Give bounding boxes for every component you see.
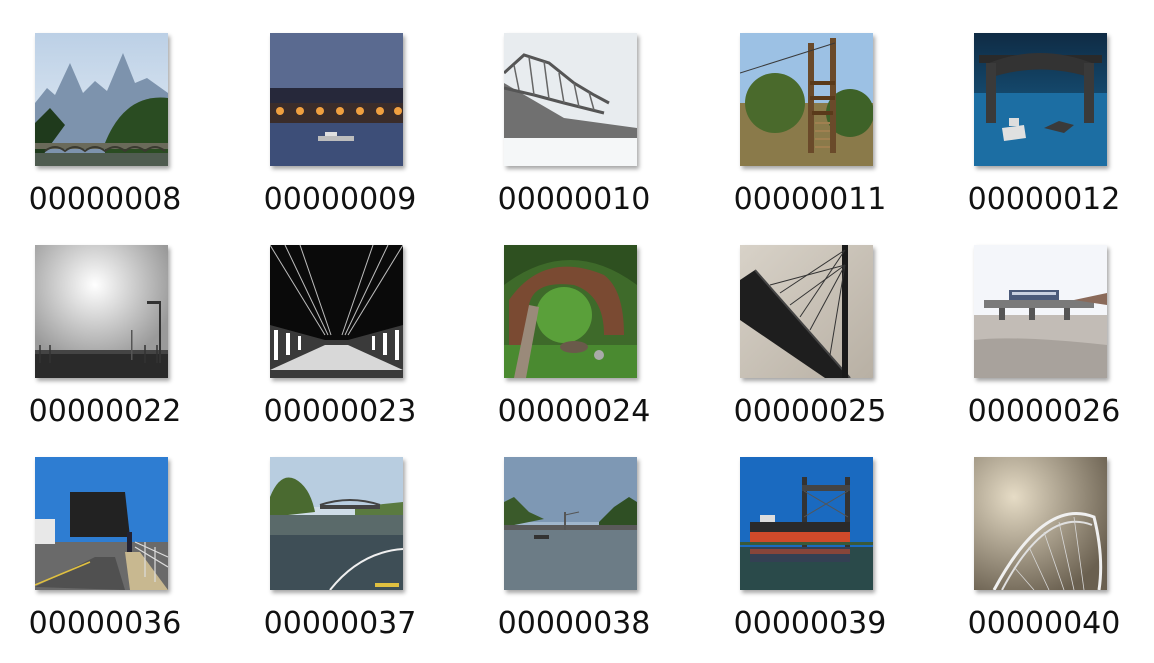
file-name-label[interactable]: 00000023 <box>260 390 420 434</box>
thumbnail-image[interactable] <box>740 245 873 378</box>
file-item[interactable]: 00000012 <box>968 33 1154 233</box>
file-item[interactable]: 00000010 <box>498 33 704 233</box>
file-name-label[interactable]: 00000024 <box>494 390 654 434</box>
file-item[interactable]: 00000036 <box>29 457 235 657</box>
thumbnail-image[interactable] <box>740 457 873 590</box>
thumbnail-image[interactable] <box>974 245 1107 378</box>
file-item[interactable]: 00000039 <box>734 457 940 657</box>
file-item[interactable]: 00000022 <box>29 245 235 445</box>
file-item[interactable]: 00000040 <box>968 457 1154 657</box>
file-name-label[interactable]: 00000025 <box>730 390 890 434</box>
file-name-label[interactable]: 00000022 <box>25 390 185 434</box>
thumbnail-image[interactable] <box>270 33 403 166</box>
file-item[interactable]: 00000023 <box>264 245 470 445</box>
thumbnail-image[interactable] <box>35 457 168 590</box>
thumbnail-image[interactable] <box>504 33 637 166</box>
file-item[interactable]: 00000026 <box>968 245 1154 445</box>
thumbnail-image[interactable] <box>504 457 637 590</box>
file-item[interactable]: 00000011 <box>734 33 940 233</box>
file-name-label[interactable]: 00000039 <box>730 602 890 646</box>
file-name-label[interactable]: 00000026 <box>964 390 1124 434</box>
file-name-label[interactable]: 00000037 <box>260 602 420 646</box>
file-item[interactable]: 00000038 <box>498 457 704 657</box>
thumbnail-image[interactable] <box>270 457 403 590</box>
thumbnail-image[interactable] <box>504 245 637 378</box>
thumbnail-grid: 00000008 00000009 00000010 00000011 0000… <box>0 0 1154 663</box>
thumbnail-image[interactable] <box>270 245 403 378</box>
file-name-label[interactable]: 00000040 <box>964 602 1124 646</box>
file-name-label[interactable]: 00000011 <box>730 178 890 222</box>
file-item[interactable]: 00000025 <box>734 245 940 445</box>
thumbnail-image[interactable] <box>740 33 873 166</box>
thumbnail-image[interactable] <box>35 33 168 166</box>
thumbnail-image[interactable] <box>974 33 1107 166</box>
file-item[interactable]: 00000037 <box>264 457 470 657</box>
thumbnail-image[interactable] <box>35 245 168 378</box>
file-name-label[interactable]: 00000012 <box>964 178 1124 222</box>
file-name-label[interactable]: 00000008 <box>25 178 185 222</box>
file-name-label[interactable]: 00000009 <box>260 178 420 222</box>
file-item[interactable]: 00000008 <box>29 33 235 233</box>
file-name-label[interactable]: 00000036 <box>25 602 185 646</box>
thumbnail-image[interactable] <box>974 457 1107 590</box>
file-name-label[interactable]: 00000038 <box>494 602 654 646</box>
file-item[interactable]: 00000009 <box>264 33 470 233</box>
file-name-label[interactable]: 00000010 <box>494 178 654 222</box>
file-item[interactable]: 00000024 <box>498 245 704 445</box>
